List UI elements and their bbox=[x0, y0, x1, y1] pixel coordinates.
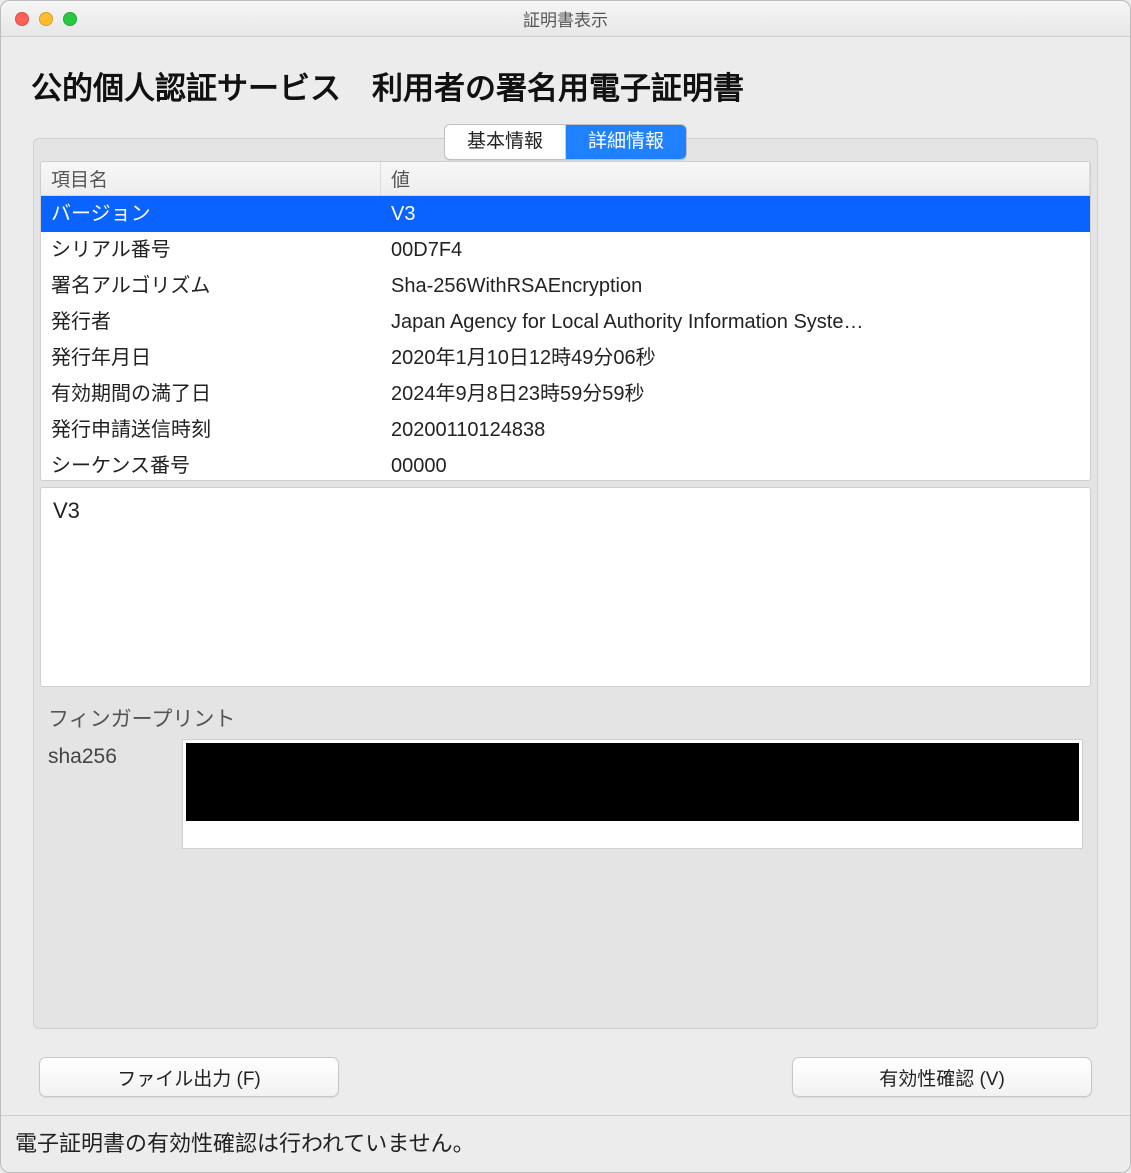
fingerprint-algo-label: sha256 bbox=[48, 739, 158, 769]
table-row[interactable]: バージョンV3 bbox=[41, 196, 1090, 232]
content-area: 公的個人認証サービス 利用者の署名用電子証明書 基本情報 詳細情報 項目名 値 … bbox=[1, 37, 1130, 1115]
table-row[interactable]: シリアル番号00D7F4 bbox=[41, 232, 1090, 268]
titlebar: 証明書表示 bbox=[1, 1, 1130, 37]
cell-key: 発行者 bbox=[41, 304, 381, 340]
cell-key: シリアル番号 bbox=[41, 232, 381, 268]
cell-value: 20200110124838 bbox=[381, 412, 1090, 448]
properties-table: 項目名 値 バージョンV3シリアル番号00D7F4署名アルゴリズムSha-256… bbox=[40, 161, 1091, 481]
verify-validity-button[interactable]: 有効性確認 (V) bbox=[792, 1057, 1092, 1097]
selected-value-detail: V3 bbox=[40, 487, 1091, 687]
tabs-container: 基本情報 詳細情報 bbox=[1, 120, 1130, 160]
page-title: 公的個人認証サービス 利用者の署名用電子証明書 bbox=[1, 37, 1130, 120]
cell-key: バージョン bbox=[41, 196, 381, 232]
table-row[interactable]: 発行者Japan Agency for Local Authority Info… bbox=[41, 304, 1090, 340]
detail-text: V3 bbox=[53, 498, 80, 523]
table-row[interactable]: シーケンス番号00000 bbox=[41, 448, 1090, 480]
export-file-button[interactable]: ファイル出力 (F) bbox=[39, 1057, 339, 1097]
cell-key: 発行申請送信時刻 bbox=[41, 412, 381, 448]
window-title: 証明書表示 bbox=[1, 6, 1130, 31]
segmented-tabs: 基本情報 詳細情報 bbox=[444, 124, 687, 160]
fingerprint-title: フィンガープリント bbox=[48, 703, 1083, 733]
certificate-viewer-window: 証明書表示 公的個人認証サービス 利用者の署名用電子証明書 基本情報 詳細情報 … bbox=[0, 0, 1131, 1173]
cell-value: 2020年1月10日12時49分06秒 bbox=[381, 340, 1090, 376]
cell-value: 00D7F4 bbox=[381, 232, 1090, 268]
cell-key: 有効期間の満了日 bbox=[41, 376, 381, 412]
cell-key: 発行年月日 bbox=[41, 340, 381, 376]
tab-basic[interactable]: 基本情報 bbox=[445, 125, 565, 159]
tab-detail[interactable]: 詳細情報 bbox=[565, 125, 686, 159]
table-row[interactable]: 署名アルゴリズムSha-256WithRSAEncryption bbox=[41, 268, 1090, 304]
table-row[interactable]: 発行申請送信時刻20200110124838 bbox=[41, 412, 1090, 448]
table-body: バージョンV3シリアル番号00D7F4署名アルゴリズムSha-256WithRS… bbox=[41, 196, 1090, 480]
cell-value: Japan Agency for Local Authority Informa… bbox=[381, 304, 1090, 340]
table-row[interactable]: 有効期間の満了日2024年9月8日23時59分59秒 bbox=[41, 376, 1090, 412]
fingerprint-value-box bbox=[182, 739, 1083, 849]
cell-value: V3 bbox=[381, 196, 1090, 232]
fingerprint-redacted-block bbox=[186, 743, 1079, 821]
fingerprint-section: フィンガープリント sha256 bbox=[40, 693, 1091, 855]
cell-key: シーケンス番号 bbox=[41, 448, 381, 480]
status-text: 電子証明書の有効性確認は行われていません。 bbox=[15, 1131, 475, 1156]
cell-value: 00000 bbox=[381, 448, 1090, 480]
table-row[interactable]: 発行年月日2020年1月10日12時49分06秒 bbox=[41, 340, 1090, 376]
table-header: 項目名 値 bbox=[41, 162, 1090, 196]
cell-value: Sha-256WithRSAEncryption bbox=[381, 268, 1090, 304]
column-header-value[interactable]: 値 bbox=[381, 162, 1090, 195]
status-bar: 電子証明書の有効性確認は行われていません。 bbox=[1, 1115, 1130, 1172]
cell-value: 2024年9月8日23時59分59秒 bbox=[381, 376, 1090, 412]
column-header-key[interactable]: 項目名 bbox=[41, 162, 381, 195]
cell-key: 署名アルゴリズム bbox=[41, 268, 381, 304]
detail-panel: 項目名 値 バージョンV3シリアル番号00D7F4署名アルゴリズムSha-256… bbox=[33, 138, 1098, 1029]
action-buttons-row: ファイル出力 (F) 有効性確認 (V) bbox=[1, 1049, 1130, 1115]
